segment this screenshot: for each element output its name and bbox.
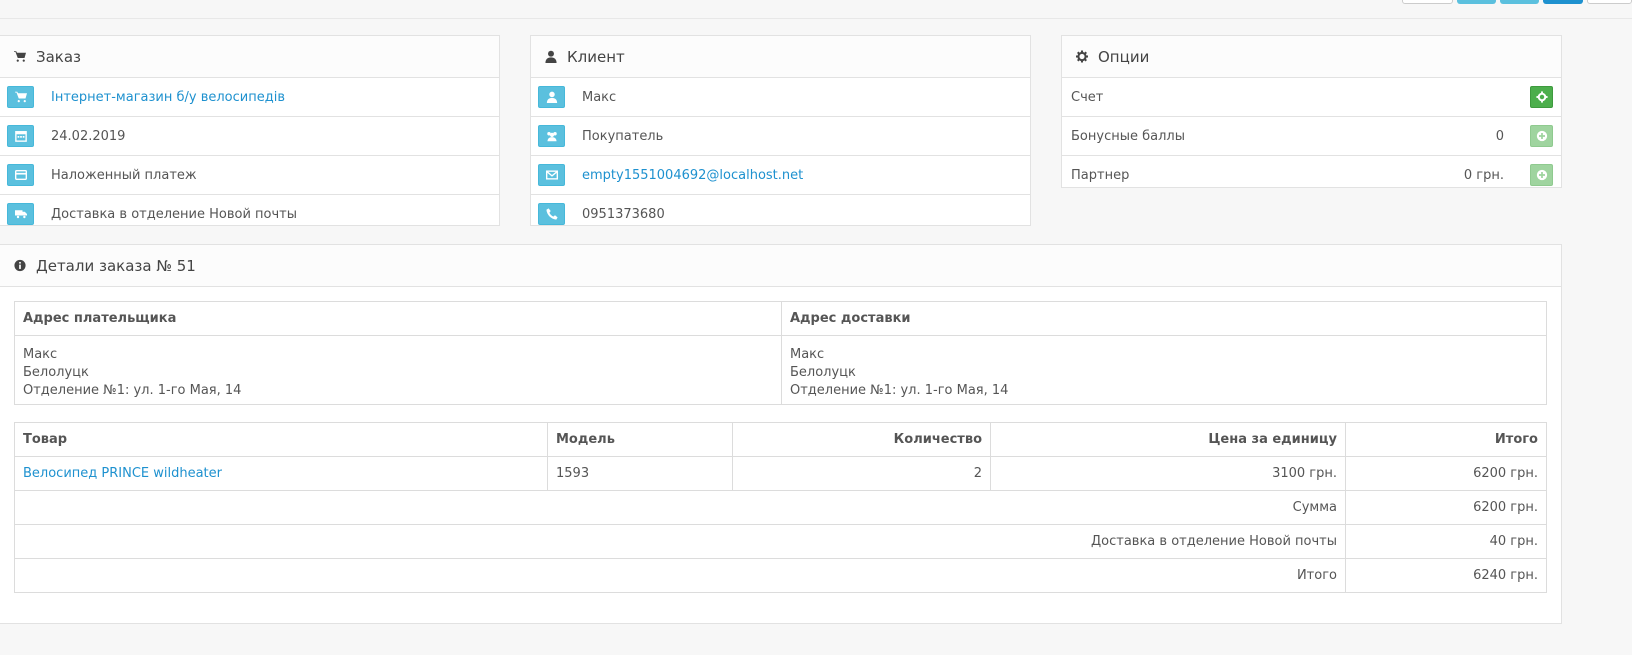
bonus-label: Бонусные баллы xyxy=(1071,128,1185,144)
toolbar-button[interactable] xyxy=(1457,0,1496,4)
order-panel: Заказ Інтернет-магазин б/у велосипедів 2… xyxy=(0,35,500,226)
product-total: 6200 грн. xyxy=(1345,456,1547,491)
column-total: Итого xyxy=(1345,422,1547,457)
customer-group-row: Покупатель xyxy=(531,117,1030,156)
shipping-address: Макс Белолуцк Отделение №1: ул. 1-го Мая… xyxy=(781,335,1547,405)
customer-email-link[interactable]: empty1551004692@localhost.net xyxy=(582,168,803,183)
totals-row: Доставка в отделение Новой почты 40 грн. xyxy=(14,524,1547,559)
credit-card-icon[interactable] xyxy=(7,164,34,186)
plus-circle-icon xyxy=(1536,130,1547,142)
calendar-icon[interactable] xyxy=(7,125,34,147)
customer-group: Покупатель xyxy=(582,128,664,144)
options-panel-heading: Опции xyxy=(1062,36,1561,78)
invoice-label: Счет xyxy=(1071,89,1104,105)
customer-panel-heading: Клиент xyxy=(531,36,1030,78)
phone-icon[interactable] xyxy=(538,203,565,225)
group-icon[interactable] xyxy=(538,125,565,147)
toolbar-button[interactable] xyxy=(1543,0,1583,4)
plus-circle-icon xyxy=(1536,169,1547,181)
add-commission-button[interactable] xyxy=(1530,164,1553,186)
column-quantity: Количество xyxy=(732,422,991,457)
affiliate-value: 0 грн. xyxy=(1463,168,1504,183)
invoice-row: Счет xyxy=(1062,78,1561,117)
customer-panel: Клиент Макс Покупатель empty1551004692@l… xyxy=(530,35,1031,226)
product-quantity: 2 xyxy=(732,456,991,491)
payment-address-header: Адрес плательщика xyxy=(14,301,782,336)
product-link[interactable]: Велосипед PRINCE wildheater xyxy=(23,466,222,481)
cog-icon xyxy=(1535,91,1548,103)
shipping-address-header: Адрес доставки xyxy=(781,301,1547,336)
store-button[interactable] xyxy=(7,86,34,108)
product-price: 3100 грн. xyxy=(990,456,1346,491)
bonus-row: Бонусные баллы 0 xyxy=(1062,117,1561,156)
column-unit-price: Цена за единицу xyxy=(990,422,1346,457)
shipping-total-value: 40 грн. xyxy=(1345,524,1547,559)
grand-total-value: 6240 грн. xyxy=(1345,558,1547,593)
store-link[interactable]: Інтернет-магазин б/у велосипедів xyxy=(51,90,285,105)
affiliate-label: Партнер xyxy=(1071,168,1130,183)
grand-total-label: Итого xyxy=(14,558,1346,593)
toolbar-button[interactable] xyxy=(1500,0,1539,4)
truck-icon[interactable] xyxy=(7,203,34,225)
customer-name-row: Макс xyxy=(531,78,1030,117)
subtotal-label: Сумма xyxy=(14,490,1346,525)
column-product: Товар xyxy=(14,422,548,457)
user-icon xyxy=(545,50,557,63)
customer-panel-title: Клиент xyxy=(567,47,625,66)
toolbar-button[interactable] xyxy=(1587,0,1632,4)
order-payment-method: Наложенный платеж xyxy=(51,167,197,183)
order-details-title: Детали заказа № 51 xyxy=(36,256,196,275)
add-bonus-button[interactable] xyxy=(1530,125,1553,147)
generate-invoice-button[interactable] xyxy=(1530,86,1553,108)
order-shipping-row: Доставка в отделение Новой почты xyxy=(0,195,499,234)
customer-email-row: empty1551004692@localhost.net xyxy=(531,156,1030,195)
product-model: 1593 xyxy=(547,456,733,491)
envelope-icon[interactable] xyxy=(538,164,565,186)
order-payment-row: Наложенный платеж xyxy=(0,156,499,195)
customer-phone: 0951373680 xyxy=(582,207,665,222)
order-date-row: 24.02.2019 xyxy=(0,117,499,156)
product-name-cell: Велосипед PRINCE wildheater xyxy=(14,456,548,491)
order-panel-heading: Заказ xyxy=(0,36,499,78)
toolbar-button[interactable] xyxy=(1402,0,1453,4)
subtotal-value: 6200 грн. xyxy=(1345,490,1547,525)
options-panel: Опции Счет Бонусные баллы 0 Партнер 0 гр… xyxy=(1061,35,1562,188)
payment-address: Макс Белолуцк Отделение №1: ул. 1-го Мая… xyxy=(14,335,782,405)
customer-phone-row: 0951373680 xyxy=(531,195,1030,234)
cog-icon xyxy=(1076,50,1088,63)
order-shipping-method: Доставка в отделение Новой почты xyxy=(51,207,297,222)
products-table: Товар Модель Количество Цена за единицу … xyxy=(14,422,1547,593)
options-panel-title: Опции xyxy=(1098,47,1150,66)
totals-row: Итого 6240 грн. xyxy=(14,558,1547,593)
shipping-total-label: Доставка в отделение Новой почты xyxy=(14,524,1346,559)
bonus-value: 0 xyxy=(1495,128,1504,144)
order-details-panel: Детали заказа № 51 Адрес плательщика Адр… xyxy=(0,244,1562,624)
customer-name: Макс xyxy=(582,89,617,105)
column-model: Модель xyxy=(547,422,733,457)
user-icon[interactable] xyxy=(538,86,565,108)
shopping-cart-icon xyxy=(14,50,26,63)
order-details-heading: Детали заказа № 51 xyxy=(0,245,1561,287)
affiliate-row: Партнер 0 грн. xyxy=(1062,156,1561,195)
address-table: Адрес плательщика Адрес доставки Макс Бе… xyxy=(14,301,1547,405)
table-header-row: Товар Модель Количество Цена за единицу … xyxy=(14,422,1547,457)
order-panel-title: Заказ xyxy=(36,47,82,66)
order-store-row: Інтернет-магазин б/у велосипедів xyxy=(0,78,499,117)
top-toolbar xyxy=(0,0,1632,19)
order-date: 24.02.2019 xyxy=(51,128,126,144)
table-row: Велосипед PRINCE wildheater 1593 2 3100 … xyxy=(14,456,1547,491)
totals-row: Сумма 6200 грн. xyxy=(14,490,1547,525)
info-circle-icon xyxy=(14,259,26,272)
